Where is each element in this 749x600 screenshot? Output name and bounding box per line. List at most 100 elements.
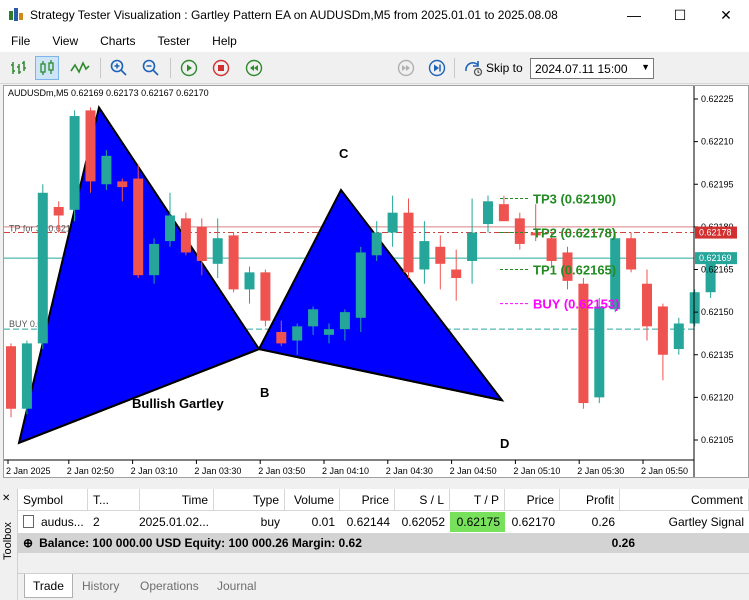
- point-c-label: C: [339, 146, 349, 161]
- tp3-label: TP3 (0.62190): [533, 191, 616, 206]
- cell-type: buy: [260, 515, 280, 529]
- price-label: 0.62150: [701, 307, 734, 317]
- candle-body: [292, 326, 303, 341]
- skip-end-icon[interactable]: [425, 56, 449, 80]
- candle-body: [260, 272, 271, 321]
- maximize-button[interactable]: ☐: [657, 0, 703, 30]
- tab-operations[interactable]: Operations: [132, 574, 207, 598]
- col-symbol[interactable]: Symbol: [18, 489, 88, 511]
- time-label: 2 Jan 04:10: [322, 466, 369, 476]
- candle-body: [37, 192, 48, 344]
- point-b-label: B: [260, 385, 269, 400]
- candlestick-icon[interactable]: [35, 56, 59, 80]
- skip-to-label: Skip to: [486, 61, 523, 75]
- close-button[interactable]: ✕: [703, 0, 749, 30]
- tab-trade[interactable]: Trade: [24, 574, 73, 598]
- candle-body: [403, 212, 414, 273]
- tab-history[interactable]: History: [74, 574, 127, 598]
- document-icon: [23, 515, 34, 528]
- col-comment[interactable]: Comment: [620, 489, 749, 511]
- time-label: 2 Jan 04:30: [386, 466, 433, 476]
- symbol-info: AUDUSDm,M5 0.62169 0.62173 0.62167 0.621…: [8, 88, 209, 98]
- col-price[interactable]: Price: [340, 489, 395, 511]
- candle-body: [673, 323, 684, 350]
- stop-icon[interactable]: [209, 56, 233, 80]
- candle-body: [101, 155, 112, 185]
- bar-chart-icon[interactable]: [6, 56, 30, 80]
- time-label: 2 Jan 03:30: [194, 466, 241, 476]
- candle-body: [324, 329, 334, 335]
- pattern-xab-triangle: [17, 105, 261, 445]
- candle-body: [371, 232, 382, 256]
- cell-current-price: 0.62170: [511, 515, 555, 529]
- zoom-in-icon[interactable]: [107, 56, 131, 80]
- title-bar: Strategy Tester Visualization : Gartley …: [0, 0, 749, 30]
- candle-body: [180, 218, 191, 253]
- cell-sl: 0.62052: [401, 515, 445, 529]
- col-current-price[interactable]: Price: [505, 489, 560, 511]
- col-ticket[interactable]: T...: [88, 489, 140, 511]
- candle-body: [165, 215, 175, 242]
- candle-body: [21, 343, 32, 409]
- line-chart-icon[interactable]: [68, 56, 92, 80]
- app-logo-icon: [9, 8, 23, 21]
- time-label: 2 Jan 05:30: [577, 466, 624, 476]
- col-type[interactable]: Type: [214, 489, 285, 511]
- chart-panel[interactable]: TP for 3...0.6217BUY 0.0...0.62144 TP3 (…: [3, 85, 749, 478]
- menu-charts[interactable]: Charts: [89, 34, 146, 48]
- time-label: 2 Jan 05:10: [513, 466, 560, 476]
- price-label: 0.62225: [701, 94, 734, 104]
- menu-file[interactable]: File: [0, 34, 41, 48]
- tab-journal[interactable]: Journal: [209, 574, 264, 598]
- balance-summary: Balance: 100 000.00 USD Equity: 100 000.…: [39, 536, 362, 550]
- candle-body: [244, 272, 255, 290]
- candle-body: [626, 238, 637, 270]
- menu-view[interactable]: View: [41, 34, 89, 48]
- col-tp[interactable]: T / P: [450, 489, 505, 511]
- time-label: 2 Jan 05:50: [641, 466, 688, 476]
- candle-body: [85, 110, 96, 182]
- skip-date-value: 2024.07.11 15:00: [535, 62, 628, 76]
- col-sl[interactable]: S / L: [395, 489, 450, 511]
- plus-circle-icon[interactable]: ⊕: [23, 536, 33, 550]
- col-profit[interactable]: Profit: [560, 489, 620, 511]
- tp2-label: TP2 (0.62178): [533, 226, 616, 241]
- menu-help[interactable]: Help: [201, 34, 248, 48]
- candle-body: [657, 306, 668, 355]
- price-label: 0.62165: [701, 265, 734, 275]
- candle-body: [594, 306, 605, 398]
- col-volume[interactable]: Volume: [285, 489, 340, 511]
- rewind-icon[interactable]: [242, 56, 266, 80]
- menu-tester[interactable]: Tester: [146, 34, 201, 48]
- balance-row: ⊕ Balance: 100 000.00 USD Equity: 100 00…: [18, 533, 749, 553]
- chevron-down-icon[interactable]: ▼: [641, 62, 650, 72]
- candle-body: [149, 243, 160, 276]
- tp1-label: TP1 (0.62165): [533, 263, 616, 278]
- candle-body: [435, 246, 446, 264]
- pattern-bcd-triangle: [257, 188, 505, 402]
- close-icon[interactable]: ✕: [2, 493, 10, 504]
- minimize-button[interactable]: —: [611, 0, 657, 30]
- candle-body: [212, 238, 223, 264]
- price-label: 0.62195: [701, 179, 734, 189]
- buy-label: BUY (0.62153): [533, 297, 619, 312]
- price-chart[interactable]: TP for 3...0.6217BUY 0.0...0.62144 TP3 (…: [4, 86, 748, 477]
- candle-body: [483, 201, 493, 225]
- candle-body: [53, 206, 64, 216]
- candle-body: [339, 312, 350, 330]
- candle-body: [498, 204, 509, 222]
- play-icon[interactable]: [177, 56, 201, 80]
- menu-bar: File View Charts Tester Help: [0, 30, 749, 52]
- price-label: 0.62105: [701, 435, 734, 445]
- skip-date-select[interactable]: 2024.07.11 15:00 ▼: [530, 58, 654, 79]
- col-time[interactable]: Time: [140, 489, 214, 511]
- zoom-out-icon[interactable]: [139, 56, 163, 80]
- cell-profit: 0.26: [591, 515, 615, 529]
- skip-to-icon[interactable]: [461, 56, 485, 80]
- cell-time: 2025.01.02...: [138, 515, 209, 529]
- candle-body: [133, 178, 144, 276]
- time-label: 2 Jan 2025: [6, 466, 51, 476]
- candle-body: [689, 292, 700, 324]
- candle-body: [6, 346, 16, 409]
- cell-comment: Gartley Signal: [668, 515, 744, 529]
